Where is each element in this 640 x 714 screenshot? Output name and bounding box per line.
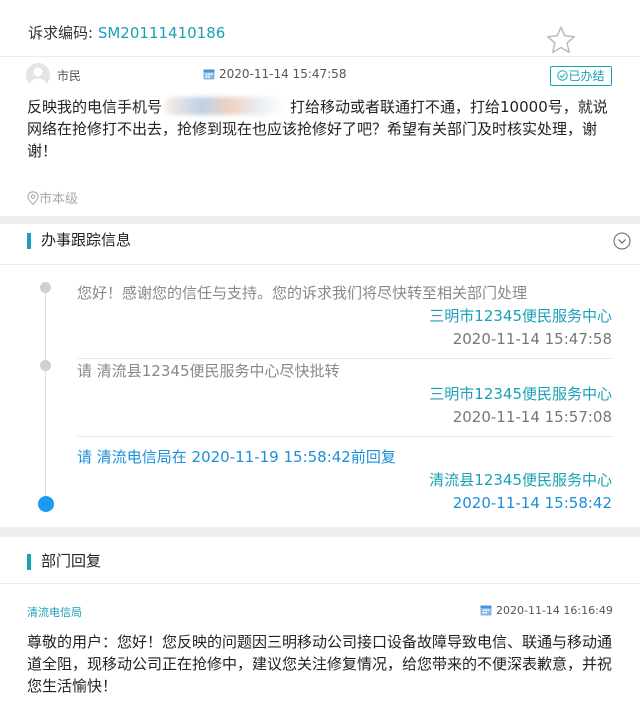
avatar-icon xyxy=(26,63,50,87)
section-marker xyxy=(27,233,31,249)
tracking-card: 办事跟踪信息 您好！感谢您的信任与支持。您的诉求我们将尽快转至相关部门处理 三明… xyxy=(0,224,640,527)
reply-card: 部门回复 清流电信局 2020-11-14 16:16:49 尊敬的用户：您好！… xyxy=(0,537,640,714)
appeal-content-start: 反映我的电信手机号 xyxy=(27,98,163,116)
appeal-code-value: SM20111410186 xyxy=(97,24,226,42)
timeline-item-text: 请 清流电信局在 2020-11-19 15:58:42前回复 xyxy=(77,448,396,466)
reply-time: 2020-11-14 16:16:49 xyxy=(480,604,613,617)
timeline-item: 您好！感谢您的信任与支持。您的诉求我们将尽快转至相关部门处理 三明市12345便… xyxy=(77,283,612,349)
reply-content: 尊敬的用户：您好！您反映的问题因三明移动公司接口设备故障导致电信、联通与移动通道… xyxy=(27,633,613,695)
location-pin-icon xyxy=(27,191,39,205)
calendar-icon xyxy=(480,605,492,616)
tracking-header[interactable]: 办事跟踪信息 xyxy=(0,224,640,264)
appeal-card: 诉求编码: SM20111410186 市民 2020-11-14 15:47:… xyxy=(0,0,640,216)
calendar-icon xyxy=(203,69,215,80)
divider xyxy=(0,56,640,57)
divider xyxy=(0,583,640,584)
location: 市本级 xyxy=(27,188,78,207)
submitter-role: 市民 xyxy=(57,69,82,83)
divider xyxy=(77,358,612,359)
submit-time-text: 2020-11-14 15:47:58 xyxy=(219,67,347,81)
divider xyxy=(77,436,612,437)
timeline-item-time: 2020-11-14 15:58:42 xyxy=(452,494,612,512)
timeline-item-text: 您好！感谢您的信任与支持。您的诉求我们将尽快转至相关部门处理 xyxy=(77,284,528,302)
status-badge: 已办结 xyxy=(550,66,612,86)
reply-header: 部门回复 xyxy=(0,537,640,577)
timeline-item-org: 三明市12345便民服务中心 xyxy=(429,307,612,325)
check-circle-icon xyxy=(557,70,569,81)
timeline-item-time: 2020-11-14 15:57:08 xyxy=(452,408,612,426)
timeline-item-time: 2020-11-14 15:47:58 xyxy=(452,330,612,348)
timeline-item-text: 请 清流县12345便民服务中心尽快批转 xyxy=(77,362,340,380)
section-marker xyxy=(27,554,31,570)
appeal-code-row: 诉求编码: SM20111410186 xyxy=(28,22,225,43)
timeline-item-org: 清流县12345便民服务中心 xyxy=(429,471,612,489)
tracking-title: 办事跟踪信息 xyxy=(41,231,132,249)
timeline-dot-active xyxy=(38,496,54,512)
timeline-item: 请 清流县12345便民服务中心尽快批转 三明市12345便民服务中心 2020… xyxy=(77,361,612,427)
reply-department: 清流电信局 xyxy=(27,606,82,619)
reply-time-text: 2020-11-14 16:16:49 xyxy=(496,604,613,617)
timeline-item-org: 三明市12345便民服务中心 xyxy=(429,385,612,403)
submit-time: 2020-11-14 15:47:58 xyxy=(203,67,346,81)
timeline-item-current: 请 清流电信局在 2020-11-19 15:58:42前回复 清流县12345… xyxy=(77,447,612,513)
timeline-dot xyxy=(40,282,51,293)
divider xyxy=(0,264,640,265)
chevron-down-icon[interactable] xyxy=(613,232,631,250)
reply-title: 部门回复 xyxy=(41,552,102,570)
appeal-content: 反映我的电信手机号 打给移动或者联通打不通，打给10000号，就说网络在抢修打不出… xyxy=(27,96,615,162)
status-text: 已办结 xyxy=(568,69,605,83)
timeline-line xyxy=(45,286,46,504)
timeline-dot xyxy=(40,360,51,371)
appeal-code-label: 诉求编码: xyxy=(28,24,94,42)
redacted-phone xyxy=(164,97,285,115)
star-icon[interactable] xyxy=(546,25,576,55)
location-text: 市本级 xyxy=(39,192,79,207)
